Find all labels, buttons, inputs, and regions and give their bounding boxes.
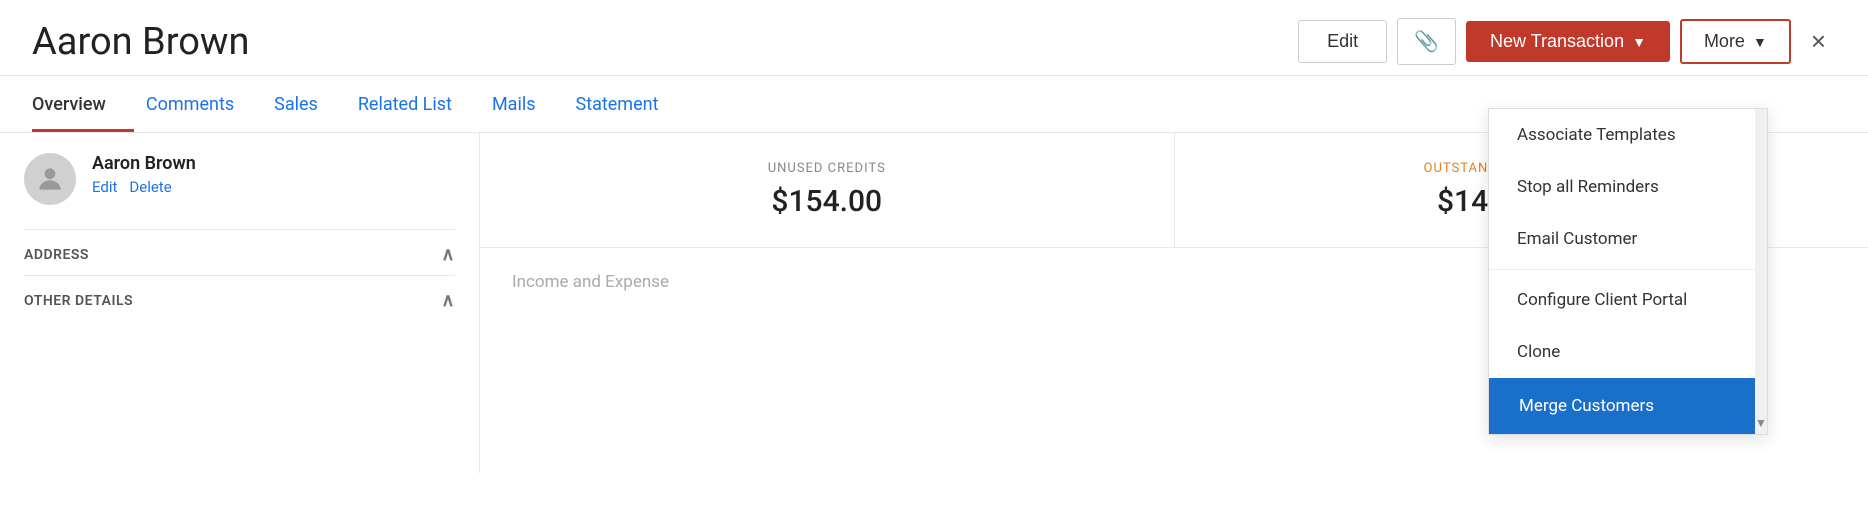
customer-name: Aaron Brown bbox=[92, 153, 196, 174]
address-section-header[interactable]: ADDRESS ∧ bbox=[24, 229, 455, 275]
dropdown-divider bbox=[1489, 269, 1767, 270]
dropdown-item-clone[interactable]: Clone bbox=[1489, 326, 1767, 378]
tab-statement[interactable]: Statement bbox=[576, 76, 687, 132]
tab-mails[interactable]: Mails bbox=[492, 76, 564, 132]
attach-button[interactable]: 📎 bbox=[1397, 18, 1456, 65]
new-transaction-button[interactable]: New Transaction ▼ bbox=[1466, 21, 1670, 62]
left-panel: Aaron Brown Edit Delete ADDRESS ∧ OTHER … bbox=[0, 133, 480, 473]
new-transaction-caret-icon: ▼ bbox=[1632, 34, 1646, 50]
edit-button[interactable]: Edit bbox=[1298, 20, 1387, 63]
tab-related-list[interactable]: Related List bbox=[358, 76, 480, 132]
tab-comments[interactable]: Comments bbox=[146, 76, 262, 132]
close-button[interactable]: × bbox=[1801, 22, 1836, 61]
dropdown-item-merge-customers[interactable]: Merge Customers bbox=[1489, 378, 1767, 434]
other-details-label: OTHER DETAILS bbox=[24, 293, 133, 309]
more-label: More bbox=[1704, 31, 1745, 52]
more-caret-icon: ▼ bbox=[1753, 34, 1767, 50]
tab-overview[interactable]: Overview bbox=[32, 76, 134, 132]
address-label: ADDRESS bbox=[24, 247, 89, 263]
dropdown-item-configure-portal[interactable]: Configure Client Portal bbox=[1489, 274, 1767, 326]
customer-edit-link[interactable]: Edit bbox=[92, 178, 117, 196]
header: Aaron Brown Edit 📎 New Transaction ▼ Mor… bbox=[0, 0, 1868, 76]
customer-name-block: Aaron Brown Edit Delete bbox=[92, 153, 196, 196]
unused-credits-value: $154.00 bbox=[520, 184, 1134, 219]
other-details-chevron-icon: ∧ bbox=[441, 290, 455, 311]
address-chevron-icon: ∧ bbox=[441, 244, 455, 265]
paperclip-icon: 📎 bbox=[1414, 31, 1439, 53]
more-button[interactable]: More ▼ bbox=[1680, 19, 1791, 64]
avatar bbox=[24, 153, 76, 205]
scroll-down-icon: ▼ bbox=[1755, 416, 1767, 430]
header-actions: Edit 📎 New Transaction ▼ More ▼ × bbox=[1298, 18, 1836, 65]
dropdown-item-stop-reminders[interactable]: Stop all Reminders bbox=[1489, 161, 1767, 213]
more-dropdown-menu: Associate Templates Stop all Reminders E… bbox=[1488, 108, 1768, 435]
person-icon bbox=[34, 163, 66, 195]
customer-delete-link[interactable]: Delete bbox=[129, 178, 171, 196]
dropdown-item-email-customer[interactable]: Email Customer bbox=[1489, 213, 1767, 265]
unused-credits-label: UNUSED CREDITS bbox=[520, 161, 1134, 176]
tab-sales[interactable]: Sales bbox=[274, 76, 346, 132]
dropdown-item-associate-templates[interactable]: Associate Templates bbox=[1489, 109, 1767, 161]
customer-links: Edit Delete bbox=[92, 178, 196, 196]
page-title: Aaron Brown bbox=[32, 20, 249, 64]
customer-info: Aaron Brown Edit Delete bbox=[24, 153, 455, 205]
dropdown-scrollbar[interactable]: ▼ bbox=[1755, 109, 1767, 434]
unused-credits-box: UNUSED CREDITS $154.00 bbox=[480, 133, 1175, 247]
other-details-section-header[interactable]: OTHER DETAILS ∧ bbox=[24, 275, 455, 321]
new-transaction-label: New Transaction bbox=[1490, 31, 1624, 52]
